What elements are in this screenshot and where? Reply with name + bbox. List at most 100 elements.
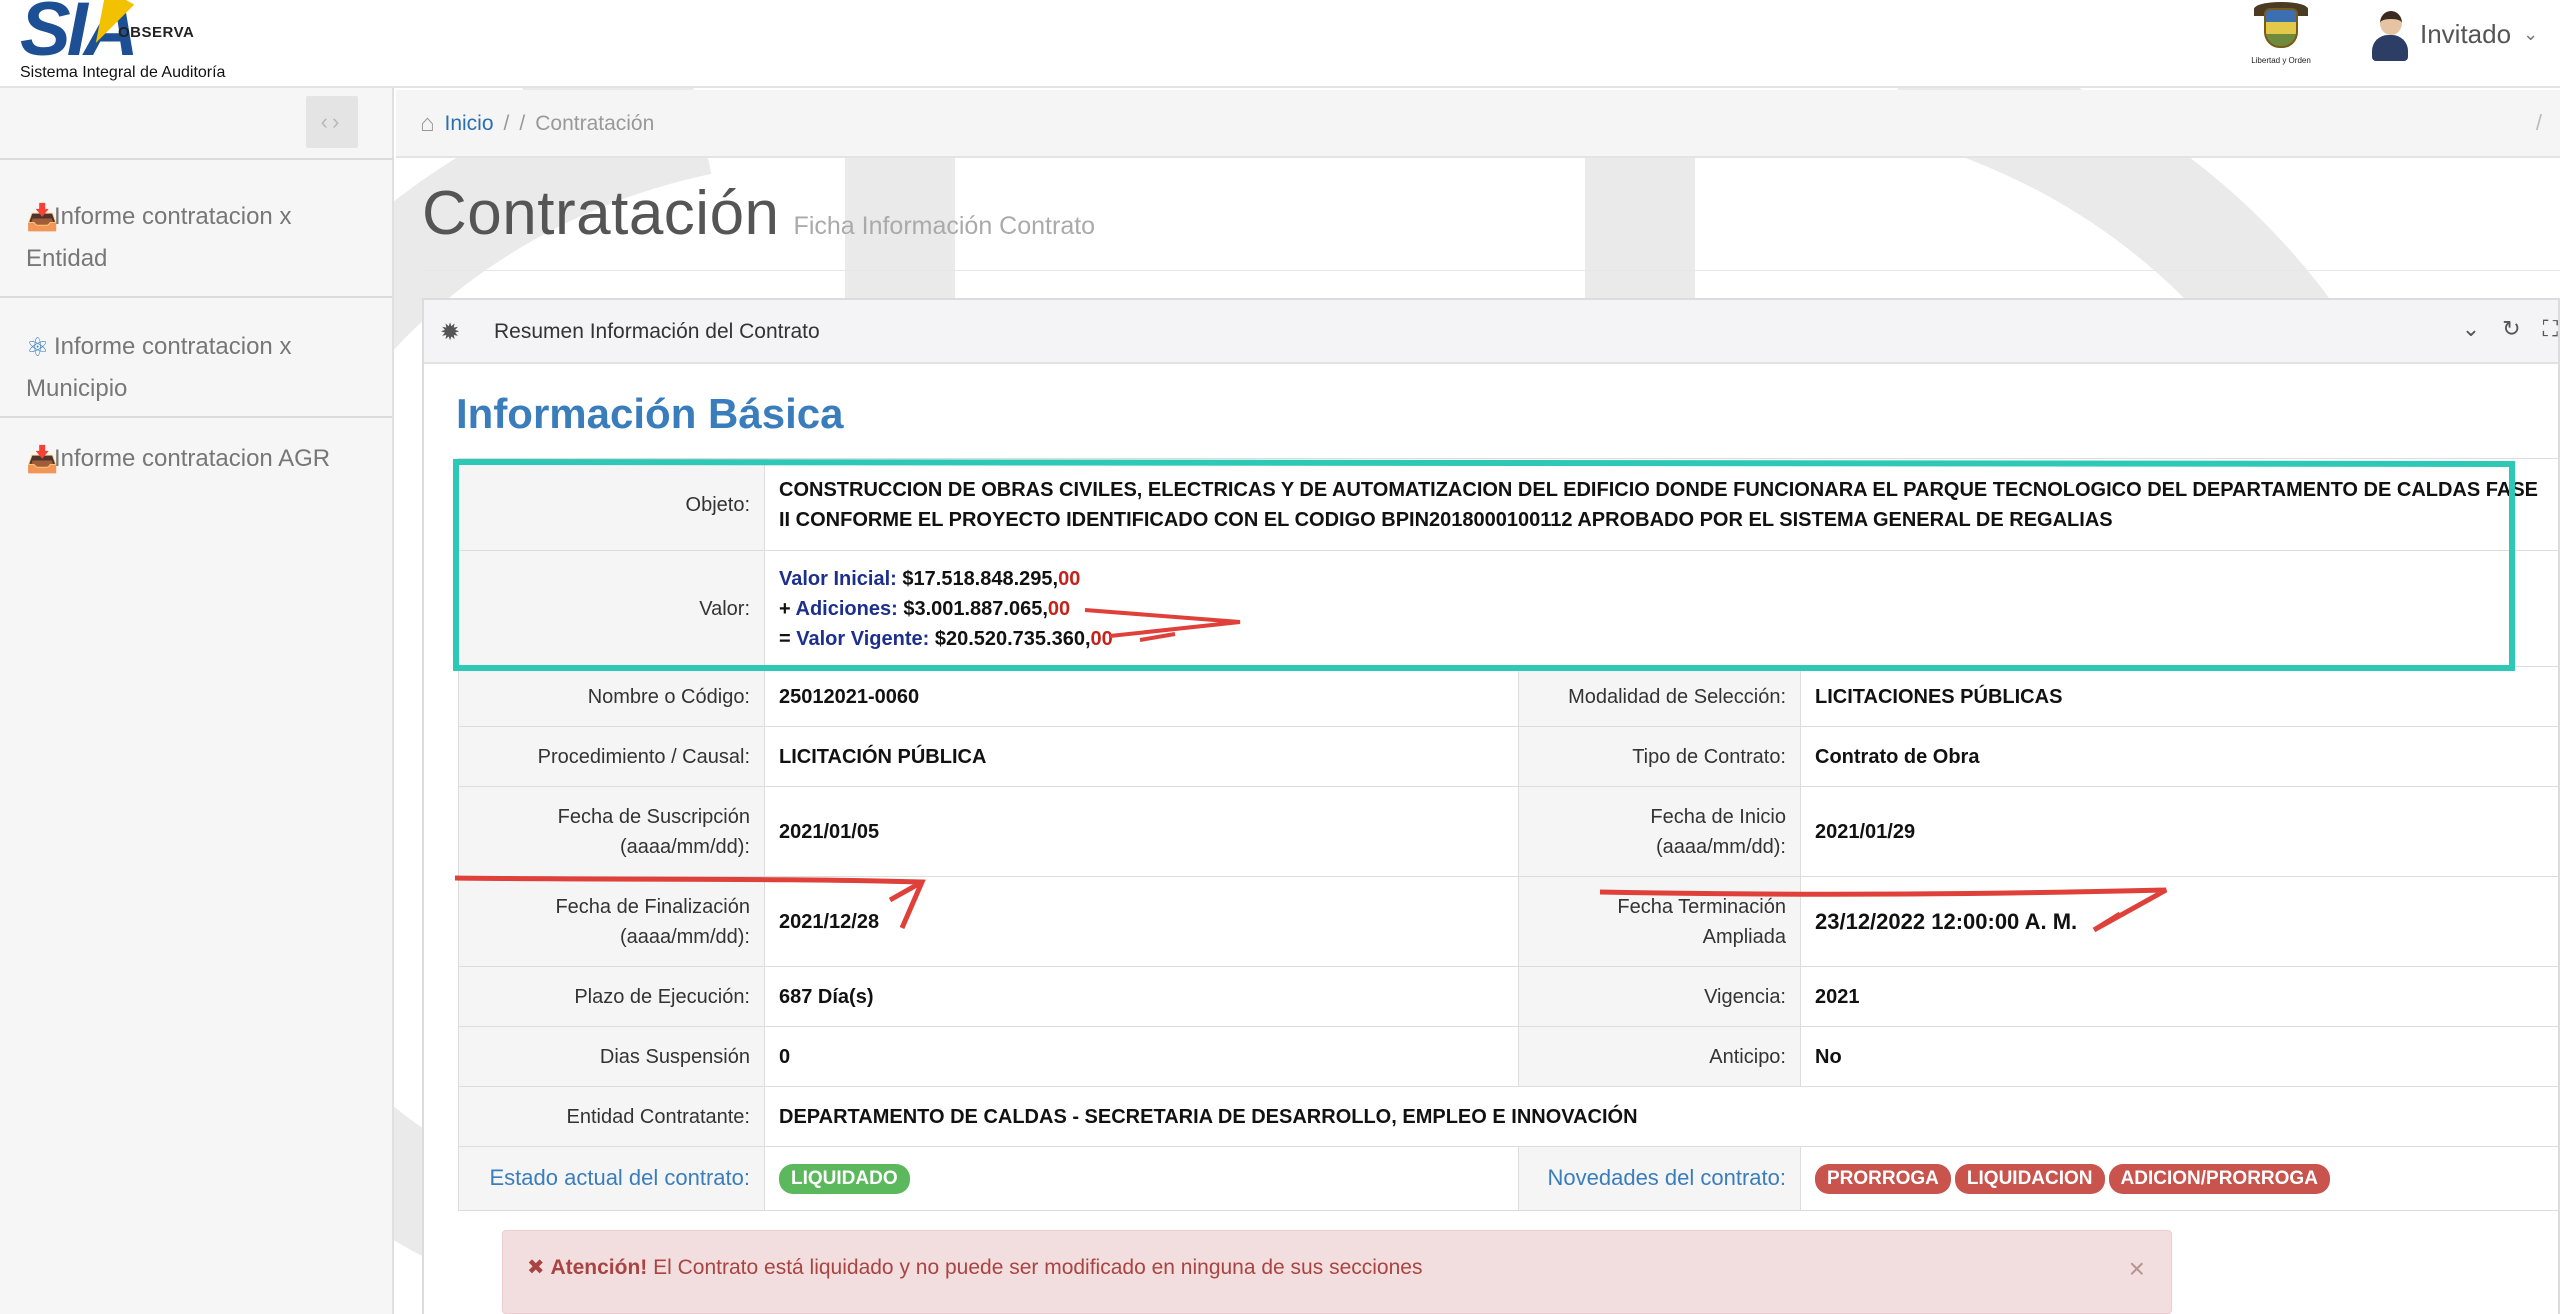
status-badge: LIQUIDADO — [779, 1164, 910, 1194]
sidebar-item-agr[interactable]: 📥Informe contratacion AGR — [0, 418, 392, 504]
contract-info-table: Objeto: CONSTRUCCION DE OBRAS CIVILES, E… — [458, 458, 2560, 1211]
sidebar-collapse-button[interactable]: ‹› — [306, 96, 358, 148]
breadcrumb-separator: / — [2535, 110, 2542, 135]
field-value: 2021/01/05 — [764, 786, 1519, 877]
field-value: LICITACIÓN PÚBLICA — [764, 726, 1519, 787]
breadcrumb-separator: / — [519, 112, 526, 135]
breadcrumb-bar: ⌂ Inicio / / Contratación / — [396, 90, 2560, 158]
novedad-badge: ADICION/PRORROGA — [2108, 1164, 2330, 1194]
field-label: Fecha de Suscripción (aaaa/mm/dd): — [458, 786, 765, 877]
logo-subtitle: Sistema Integral de Auditoría — [20, 64, 226, 81]
vigente-cents: 00 — [1090, 627, 1113, 650]
field-value: 2021 — [1800, 966, 2560, 1027]
adiciones-value: $3.001.887.065, — [903, 597, 1048, 620]
table-row: Plazo de Ejecución: 687 Día(s) Vigencia:… — [458, 966, 2560, 1027]
top-bar: SIA OBSERVA Sistema Integral de Auditorí… — [0, 0, 2560, 88]
user-menu[interactable]: Invitado ⌄ — [2370, 6, 2538, 62]
novedades-label: Novedades del contrato: — [1547, 1165, 1787, 1190]
gear-icon: ✹ — [440, 319, 461, 346]
table-row: Nombre o Código: 25012021-0060 Modalidad… — [458, 666, 2560, 727]
vigente-value: $20.520.735.360, — [934, 627, 1091, 650]
table-row: Estado actual del contrato: LIQUIDADO No… — [458, 1146, 2560, 1211]
home-icon[interactable]: ⌂ — [420, 110, 435, 138]
estado-label: Estado actual del contrato: — [489, 1165, 751, 1190]
field-label: Fecha de Finalización (aaaa/mm/dd): — [458, 876, 765, 967]
objeto-value: CONSTRUCCION DE OBRAS CIVILES, ELECTRICA… — [764, 458, 2560, 551]
avatar — [2370, 7, 2410, 61]
table-row: Objeto: CONSTRUCCION DE OBRAS CIVILES, E… — [458, 458, 2560, 551]
close-icon[interactable]: × — [2129, 1253, 2145, 1285]
field-label: Fecha de Inicio (aaaa/mm/dd): — [1518, 786, 1801, 877]
valor-inicial: $17.518.848.295, — [902, 567, 1059, 590]
collapse-chevron-icon[interactable]: ⌄ — [2462, 316, 2480, 342]
panel-title: Resumen Información del Contrato — [494, 320, 820, 343]
page-subtitle: Ficha Información Contrato — [793, 212, 1096, 240]
field-label: Vigencia: — [1518, 966, 1801, 1027]
field-value: LICITACIONES PÚBLICAS — [1800, 666, 2560, 727]
breadcrumb: ⌂ Inicio / / Contratación — [420, 110, 654, 138]
field-value: No — [1800, 1026, 2560, 1087]
field-value: 2021/12/28 — [764, 876, 1519, 967]
table-row: Entidad Contratante: DEPARTAMENTO DE CAL… — [458, 1086, 2560, 1147]
table-row: Procedimiento / Causal: LICITACIÓN PÚBLI… — [458, 726, 2560, 787]
user-name: Invitado — [2420, 18, 2512, 49]
sidebar: ‹› 📥Informe contratacion x Entidad ⚛ Info… — [0, 88, 394, 1314]
shield-icon — [2264, 8, 2298, 48]
objeto-label: Objeto: — [458, 458, 765, 551]
field-value: 25012021-0060 — [764, 666, 1519, 727]
fullscreen-icon[interactable]: ⛶ — [2543, 316, 2558, 342]
field-label: Tipo de Contrato: — [1518, 726, 1801, 787]
panel-header: ✹ Resumen Información del Contrato ⌄ ↻ ⛶ — [424, 300, 2558, 364]
atom-icon: ⚛ — [26, 332, 50, 362]
chevron-down-icon: ⌄ — [2523, 23, 2539, 44]
field-label: Nombre o Código: — [458, 666, 765, 727]
vigente-prefix: = — [779, 627, 791, 650]
table-row: Valor: Valor Inicial: $17.518.848.295,00… — [458, 550, 2560, 667]
sidebar-item-label: Informe contratacion AGR — [54, 445, 331, 472]
logo-badge: OBSERVA — [118, 24, 195, 41]
inbox-icon: 📥 — [26, 444, 59, 474]
section-title: Información Básica — [456, 390, 844, 437]
coat-of-arms-icon: Libertad y Orden — [2250, 2, 2312, 70]
field-value: 2021/01/29 — [1800, 786, 2560, 877]
breadcrumb-home-link[interactable]: Inicio — [445, 112, 494, 136]
sidebar-item-municipio[interactable]: ⚛ Informe contratacion x Municipio — [0, 298, 392, 418]
error-circle-icon: ✖ — [527, 1256, 545, 1279]
field-value: 23/12/2022 12:00:00 A. M. — [1800, 876, 2560, 967]
liquidated-alert: ✖ Atención! El Contrato está liquidado y… — [502, 1230, 2172, 1314]
vigente-label: Valor Vigente: — [796, 627, 930, 650]
valor-label: Valor: — [458, 550, 765, 667]
breadcrumb-separator: / — [503, 112, 510, 135]
breadcrumb-current: Contratación — [535, 112, 655, 135]
page-title: Contratación Ficha Información Contrato — [422, 178, 1095, 249]
entidad-value: DEPARTAMENTO DE CALDAS - SECRETARIA DE D… — [764, 1086, 2560, 1147]
alert-message: El Contrato está liquidado y no puede se… — [653, 1256, 1423, 1279]
entidad-label: Entidad Contratante: — [458, 1086, 765, 1147]
table-row: Dias Suspensión 0 Anticipo: No — [458, 1026, 2560, 1087]
valor-value: Valor Inicial: $17.518.848.295,00 + Adic… — [764, 550, 2560, 667]
sidebar-item-label: Informe contratacion x Municipio — [26, 333, 292, 402]
field-label: Procedimiento / Causal: — [458, 726, 765, 787]
emblem-caption: Libertad y Orden — [2251, 56, 2311, 65]
refresh-icon[interactable]: ↻ — [2502, 316, 2520, 342]
adiciones-label: Adiciones: — [795, 597, 898, 620]
panel-tools: ⌄ ↻ ⛶ — [2462, 316, 2558, 342]
sidebar-item-entidad[interactable]: 📥Informe contratacion x Entidad — [0, 178, 392, 298]
field-value: 0 — [764, 1026, 1519, 1087]
field-label: Anticipo: — [1518, 1026, 1801, 1087]
field-value: Contrato de Obra — [1800, 726, 2560, 787]
inbox-icon: 📥 — [26, 202, 59, 232]
page-title-main: Contratación — [422, 179, 780, 248]
novedad-badge: PRORROGA — [1815, 1164, 1951, 1194]
field-value: 687 Día(s) — [764, 966, 1519, 1027]
table-row: Fecha de Finalización (aaaa/mm/dd): 2021… — [458, 876, 2560, 967]
adiciones-cents: 00 — [1047, 597, 1071, 620]
valor-inicial-label: Valor Inicial: — [779, 567, 897, 590]
sia-observa-logo[interactable]: SIA OBSERVA Sistema Integral de Auditorí… — [18, 0, 225, 86]
field-label: Fecha Terminación Ampliada — [1518, 876, 1801, 967]
sidebar-item-label: Informe contratacion x Entidad — [26, 203, 292, 272]
field-label: Modalidad de Selección: — [1518, 666, 1801, 727]
alert-title: Atención! — [550, 1256, 648, 1279]
adiciones-prefix: + — [779, 597, 791, 620]
valor-inicial-cents: 00 — [1058, 567, 1081, 590]
